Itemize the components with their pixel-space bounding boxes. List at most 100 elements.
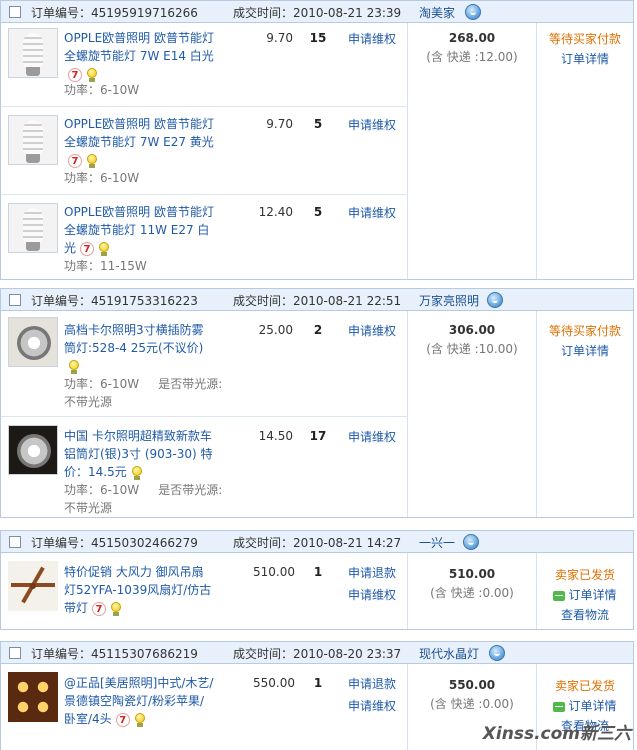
seller-name[interactable]: 一兴一 — [419, 534, 455, 551]
order-status: 卖家已发货 — [554, 679, 615, 693]
order-item: @正品[美居照明]中式/木艺/景德镇空陶瓷灯/粉彩苹果/卧室/4头 7 550.0… — [1, 664, 407, 750]
wangwang-chat-icon[interactable] — [489, 645, 505, 661]
product-spec-light: 不带光源 — [64, 395, 113, 409]
consumer-protection-icon — [86, 153, 98, 168]
quantity: 5 — [313, 205, 323, 219]
view-logistics-link[interactable]: 查看物流 — [537, 605, 633, 625]
product-thumbnail[interactable] — [8, 28, 58, 78]
quantity: 1 — [313, 565, 323, 579]
order-status: 卖家已发货 — [554, 568, 615, 582]
unit-price: 510.00 — [253, 565, 295, 579]
order-number: 订单编号：45191753316223 — [31, 294, 198, 308]
unit-price: 9.70 — [266, 117, 293, 131]
order-number: 订单编号：45115307686219 — [31, 647, 198, 661]
order-total: 306.00 (含 快递 :10.00) — [408, 323, 536, 357]
order-checkbox[interactable] — [9, 294, 21, 306]
order-detail-link[interactable]: 订单详情 — [537, 341, 633, 361]
quantity: 1 — [313, 676, 323, 690]
order-checkbox[interactable] — [9, 536, 21, 548]
order-time: 成交时间：2010-08-21 23:39 — [233, 6, 402, 20]
order-item: OPPLE欧普照明 欧普节能灯 全螺旋节能灯 7W E14 白光 7 功率：6-… — [1, 23, 407, 107]
product-spec: 功率：6-10W 是否带光源: — [64, 377, 223, 391]
product-thumbnail[interactable] — [8, 425, 58, 475]
unit-price: 25.00 — [258, 323, 293, 337]
order-item: OPPLE欧普照明 欧普节能灯 全螺旋节能灯 7W E27 黄光 7 功率：6-… — [1, 107, 407, 195]
apply-refund-link[interactable]: 申请退款 — [348, 674, 396, 694]
apply-protection-link[interactable]: 申请维权 — [348, 203, 396, 223]
product-spec-light: 不带光源 — [64, 501, 113, 515]
order-time: 成交时间：2010-08-21 22:51 — [233, 294, 402, 308]
product-title[interactable]: @正品[美居照明]中式/木艺/景德镇空陶瓷灯/粉彩苹果/卧室/4头 7 — [64, 674, 214, 728]
seven-day-return-icon: 7 — [68, 153, 82, 168]
order-card: 订单编号：45191753316223 成交时间：2010-08-21 22:5… — [0, 288, 634, 518]
order-card: 订单编号：45150302466279 成交时间：2010-08-21 14:2… — [0, 530, 634, 630]
product-spec: 功率：6-10W — [64, 83, 140, 97]
unit-price: 9.70 — [266, 31, 293, 45]
order-checkbox[interactable] — [9, 647, 21, 659]
wangwang-chat-icon[interactable] — [465, 4, 481, 20]
order-status-column: 等待买家付款 订单详情 — [537, 321, 633, 361]
shipping-fee: (含 快递 :10.00) — [426, 342, 518, 356]
consumer-protection-icon — [134, 712, 146, 727]
quantity: 17 — [309, 429, 327, 443]
order-item: 中国 卡尔照明超精致新款车铝筒灯(银)3寸 (903-30) 特价：14.5元 … — [1, 417, 407, 519]
product-title[interactable]: 特价促销 大风力 御风吊扇灯52YFA-1039风扇灯/仿古带灯 7 — [64, 563, 214, 617]
seven-day-return-icon: 7 — [92, 601, 107, 616]
product-thumbnail[interactable] — [8, 561, 58, 611]
order-total: 550.00 (含 快递 :0.00) — [408, 678, 536, 712]
order-time: 成交时间：2010-08-21 14:27 — [233, 536, 402, 550]
product-thumbnail[interactable] — [8, 203, 58, 253]
order-header: 订单编号：45195919716266 成交时间：2010-08-21 23:3… — [1, 1, 633, 23]
product-thumbnail[interactable] — [8, 115, 58, 165]
quantity: 2 — [313, 323, 323, 337]
seven-day-return-icon: 7 — [80, 241, 95, 256]
product-title[interactable]: OPPLE欧普照明 欧普节能灯 全螺旋节能灯 11W E27 白光 7 — [64, 203, 220, 257]
product-spec: 功率：11-15W — [64, 259, 147, 273]
order-status: 等待买家付款 — [548, 324, 621, 338]
apply-protection-link[interactable]: 申请维权 — [348, 115, 396, 135]
quantity: 15 — [309, 31, 327, 45]
apply-protection-link[interactable]: 申请维权 — [348, 696, 396, 716]
unit-price: 550.00 — [253, 676, 295, 690]
seller-name[interactable]: 现代水晶灯 — [419, 645, 479, 662]
seller-name[interactable]: 淘美家 — [419, 4, 455, 21]
apply-protection-link[interactable]: 申请维权 — [348, 427, 396, 447]
unit-price: 14.50 — [258, 429, 293, 443]
product-spec: 功率：6-10W 是否带光源: — [64, 483, 223, 497]
wangwang-chat-icon[interactable] — [463, 534, 479, 550]
shipping-fee: (含 快递 :0.00) — [430, 586, 514, 600]
apply-protection-link[interactable]: 申请维权 — [348, 585, 396, 605]
apply-refund-link[interactable]: 申请退款 — [348, 563, 396, 583]
order-detail-link[interactable]: 订单详情 — [537, 696, 633, 716]
shipping-fee: (含 快递 :12.00) — [426, 50, 518, 64]
apply-protection-link[interactable]: 申请维权 — [348, 321, 396, 341]
consumer-protection-icon — [110, 601, 122, 616]
order-item: 高档卡尔照明3寸横插防雾筒灯:528-4 25元(不议价) 功率：6-10W 是… — [1, 311, 407, 417]
order-total: 268.00 (含 快递 :12.00) — [408, 31, 536, 65]
product-spec: 功率：6-10W — [64, 171, 140, 185]
product-title[interactable]: OPPLE欧普照明 欧普节能灯 全螺旋节能灯 7W E27 黄光 — [64, 115, 220, 151]
order-detail-link[interactable]: 订单详情 — [537, 585, 633, 605]
order-checkbox[interactable] — [9, 6, 21, 18]
seven-day-return-icon: 7 — [68, 67, 82, 82]
order-number: 订单编号：45195919716266 — [31, 6, 198, 20]
message-icon — [553, 590, 566, 601]
order-status: 等待买家付款 — [548, 32, 621, 46]
order-card: 订单编号：45195919716266 成交时间：2010-08-21 23:3… — [0, 0, 634, 280]
wangwang-chat-icon[interactable] — [487, 292, 503, 308]
product-title[interactable]: OPPLE欧普照明 欧普节能灯 全螺旋节能灯 7W E14 白光 — [64, 29, 220, 65]
order-total: 510.00 (含 快递 :0.00) — [408, 567, 536, 601]
product-title[interactable]: 中国 卡尔照明超精致新款车铝筒灯(银)3寸 (903-30) 特价：14.5元 — [64, 427, 214, 481]
consumer-protection-icon — [68, 359, 80, 374]
seller-name[interactable]: 万家亮照明 — [419, 292, 479, 309]
order-status-column: 等待买家付款 订单详情 — [537, 29, 633, 69]
order-detail-link[interactable]: 订单详情 — [537, 49, 633, 69]
product-title[interactable]: 高档卡尔照明3寸横插防雾筒灯:528-4 25元(不议价) — [64, 321, 214, 357]
message-icon — [553, 701, 566, 712]
quantity: 5 — [313, 117, 323, 131]
product-thumbnail[interactable] — [8, 672, 58, 722]
site-watermark: Xinss.com新三六 — [482, 724, 631, 744]
product-thumbnail[interactable] — [8, 317, 58, 367]
apply-protection-link[interactable]: 申请维权 — [348, 29, 396, 49]
consumer-protection-icon — [86, 67, 98, 82]
